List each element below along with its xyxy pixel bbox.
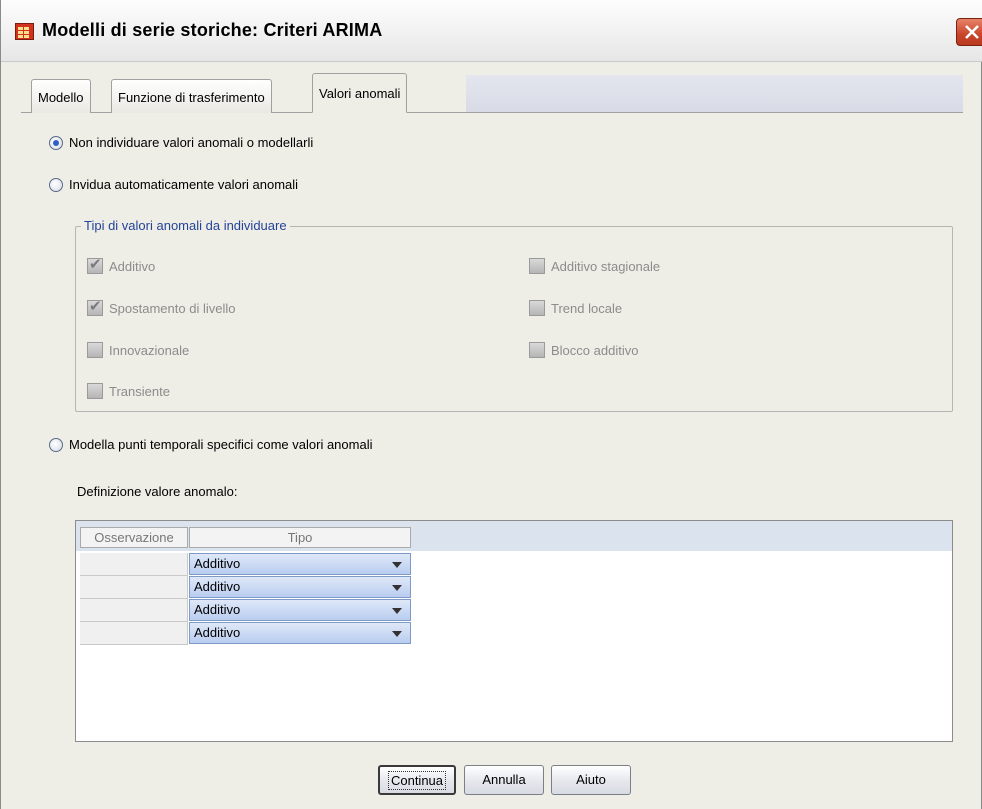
checkbox-disabled[interactable] xyxy=(529,300,545,316)
check-icon: ✔ xyxy=(89,298,102,315)
type-dropdown[interactable]: Additivo xyxy=(189,553,411,575)
checkbox-checked-disabled[interactable]: ✔ xyxy=(87,298,103,316)
radio-button[interactable] xyxy=(49,177,63,192)
checkbox-checked-disabled[interactable]: ✔ xyxy=(87,256,103,274)
dropdown-arrow-icon xyxy=(392,562,402,568)
checkbox-disabled[interactable] xyxy=(87,342,103,358)
check-icon: ✔ xyxy=(89,256,102,273)
tab-modello[interactable]: Modello xyxy=(31,79,91,113)
type-dropdown[interactable]: Additivo xyxy=(189,599,411,621)
column-header-osservazione[interactable]: Osservazione xyxy=(80,527,188,548)
radio-no-detect[interactable]: Non individuare valori anomali o modella… xyxy=(49,135,313,150)
tab-strip: Modello Funzione di trasferimento Valori… xyxy=(21,73,963,113)
observation-cell[interactable] xyxy=(80,599,188,622)
dropdown-arrow-icon xyxy=(392,631,402,637)
checkbox-innovazionale[interactable]: Innovazionale xyxy=(87,342,189,358)
checkbox-trend-locale[interactable]: Trend locale xyxy=(529,300,622,316)
spreadsheet-app-icon xyxy=(15,23,34,40)
outlier-types-group xyxy=(75,226,953,412)
checkbox-transiente[interactable]: Transiente xyxy=(87,383,170,399)
window-title: Modelli di serie storiche: Criteri ARIMA xyxy=(42,20,383,40)
checkbox-blocco-additivo[interactable]: Blocco additivo xyxy=(529,342,638,358)
help-button[interactable]: Aiuto xyxy=(551,765,631,795)
dialog-window: Modelli di serie storiche: Criteri ARIMA… xyxy=(0,0,982,809)
checkbox-additivo-stagionale[interactable]: Additivo stagionale xyxy=(529,258,660,274)
observation-cell[interactable] xyxy=(80,553,188,576)
radio-specific[interactable]: Modella punti temporali specifici come v… xyxy=(49,437,372,452)
outlier-types-group-title: Tipi di valori anomali da individuare xyxy=(81,218,290,233)
close-button[interactable] xyxy=(956,18,982,46)
radio-specific-label: Modella punti temporali specifici come v… xyxy=(69,437,373,452)
checkbox-additivo[interactable]: ✔ Additivo xyxy=(87,256,155,274)
type-dropdown[interactable]: Additivo xyxy=(189,576,411,598)
radio-no-detect-label: Non individuare valori anomali o modella… xyxy=(69,135,314,150)
type-dropdown[interactable]: Additivo xyxy=(189,622,411,644)
dropdown-arrow-icon xyxy=(392,585,402,591)
continue-button[interactable]: Continua xyxy=(378,765,456,795)
radio-button-checked[interactable] xyxy=(49,135,63,150)
definition-label: Definizione valore anomalo: xyxy=(77,484,238,499)
checkbox-spostamento-livello[interactable]: ✔ Spostamento di livello xyxy=(87,298,235,316)
radio-button[interactable] xyxy=(49,437,63,452)
title-bar: Modelli di serie storiche: Criteri ARIMA xyxy=(1,0,982,62)
observation-cell[interactable] xyxy=(80,576,188,599)
dropdown-arrow-icon xyxy=(392,608,402,614)
observation-cell[interactable] xyxy=(80,622,188,645)
checkbox-disabled[interactable] xyxy=(87,383,103,399)
checkbox-disabled[interactable] xyxy=(529,258,545,274)
checkbox-disabled[interactable] xyxy=(529,342,545,358)
column-header-tipo[interactable]: Tipo xyxy=(189,527,411,548)
outlier-definition-grid: Osservazione Tipo Additivo Additivo Addi… xyxy=(75,520,953,742)
close-icon xyxy=(965,25,979,39)
radio-auto-detect-label: Invidua automaticamente valori anomali xyxy=(69,177,299,192)
cancel-button[interactable]: Annulla xyxy=(464,765,544,795)
tab-valori-anomali[interactable]: Valori anomali xyxy=(312,73,408,113)
tab-funzione-trasferimento[interactable]: Funzione di trasferimento xyxy=(111,79,272,113)
radio-auto-detect[interactable]: Invidua automaticamente valori anomali xyxy=(49,177,298,192)
